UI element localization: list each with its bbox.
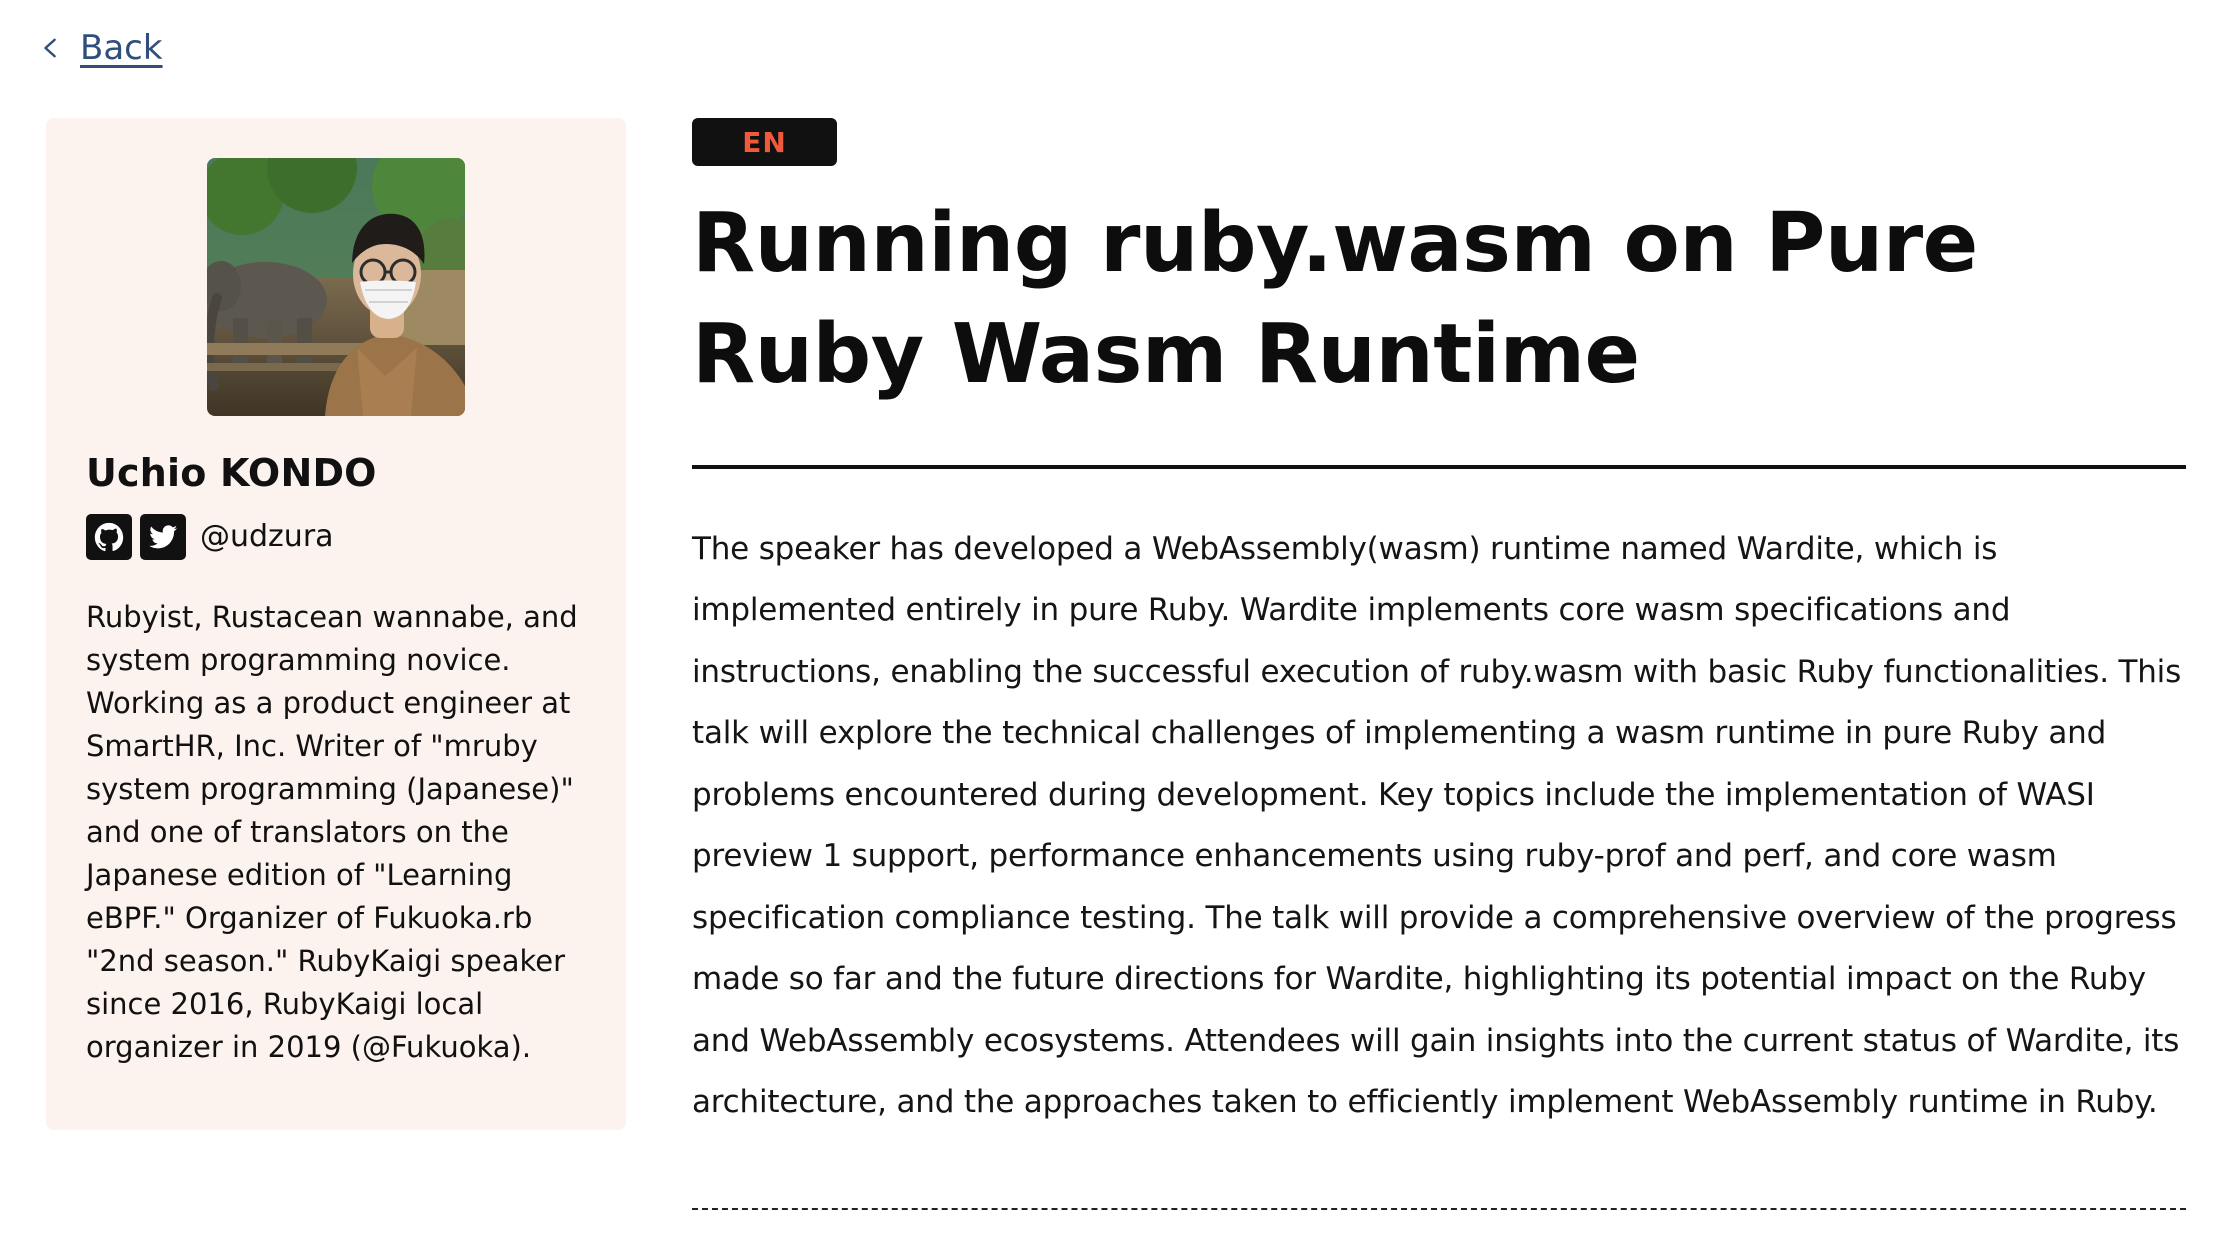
chevron-left-icon: [44, 38, 56, 58]
twitter-bird-icon: [149, 525, 178, 549]
talk-page: Back Uchio KONDO @udzura Rubyist, Rustac…: [0, 0, 2220, 1250]
back-label[interactable]: Back: [80, 28, 163, 68]
speaker-avatar: [207, 158, 465, 416]
speaker-handle: @udzura: [200, 519, 334, 555]
github-logo-icon: [94, 522, 124, 551]
talk-abstract: The speaker has developed a WebAssembly(…: [692, 530, 2182, 1121]
talk-details: EN Running ruby.wasm on Pure Ruby Wasm R…: [692, 118, 2186, 1165]
back-link[interactable]: Back: [40, 28, 163, 68]
twitter-icon[interactable]: [140, 513, 186, 560]
talk-title: Running ruby.wasm on Pure Ruby Wasm Runt…: [692, 196, 1978, 402]
language-badge: EN: [692, 118, 837, 166]
content-divider: [692, 1208, 2186, 1210]
speaker-card: Uchio KONDO @udzura Rubyist, Rustacean w…: [46, 118, 626, 1130]
speaker-social-links: @udzura: [86, 513, 586, 560]
github-icon[interactable]: [86, 513, 132, 560]
title-divider: [692, 464, 2186, 469]
speaker-bio: Rubyist, Rustacean wannabe, and system p…: [86, 599, 578, 1064]
speaker-name: Uchio KONDO: [86, 451, 377, 495]
